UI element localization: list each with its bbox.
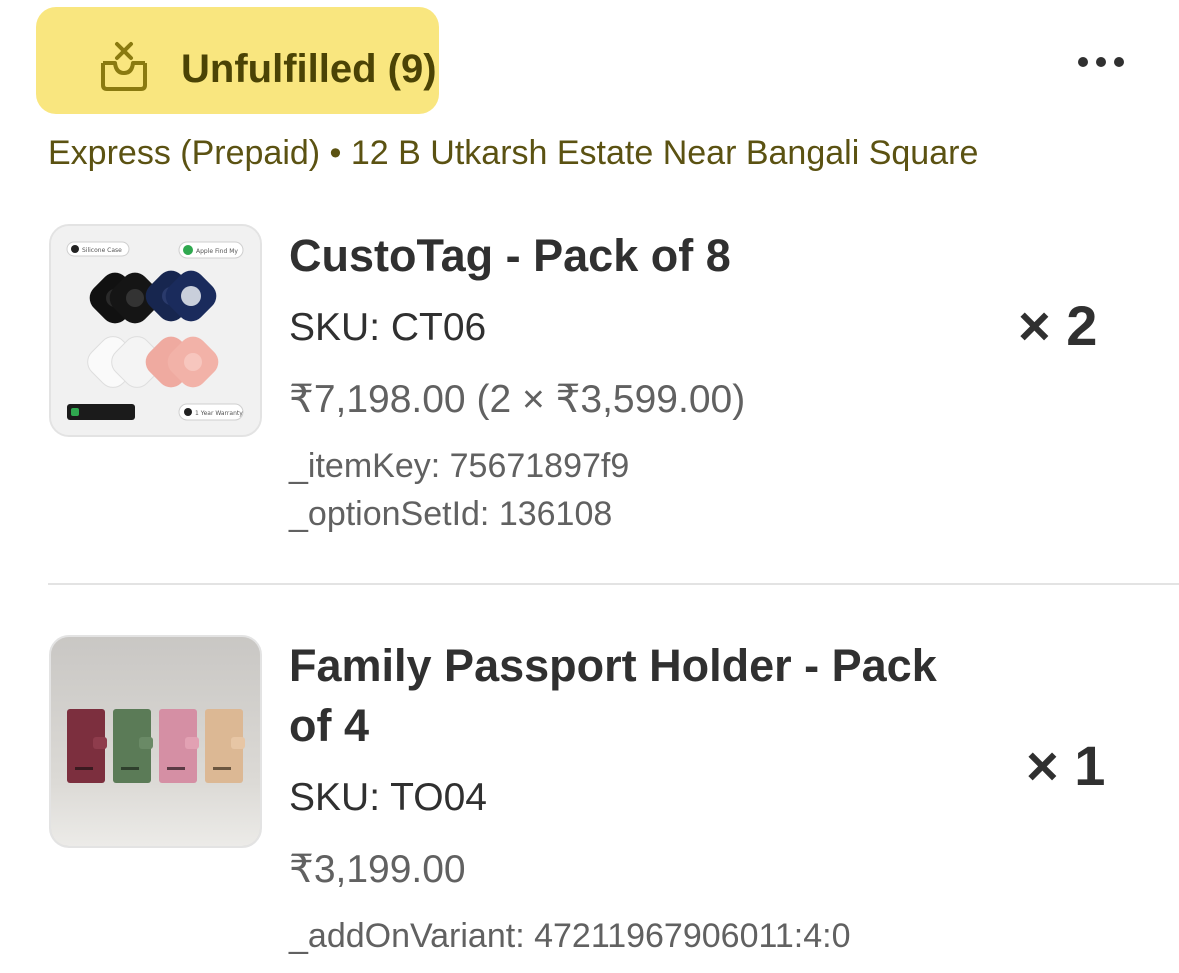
item-price: ₹3,199.00 bbox=[289, 848, 466, 891]
delivery-info: Express (Prepaid) • 12 B Utkarsh Estate … bbox=[48, 134, 979, 172]
item-quantity: × 1 bbox=[1026, 734, 1106, 797]
status-badge: Unfulfilled (9) bbox=[36, 7, 439, 114]
unfulfilled-box-icon bbox=[101, 42, 147, 91]
item-property: _addOnVariant: 47211967906011:4:0 bbox=[289, 917, 851, 955]
more-actions-button[interactable] bbox=[1066, 42, 1136, 82]
status-label: Unfulfilled (9) bbox=[181, 47, 437, 91]
product-image-passport-holder[interactable] bbox=[49, 635, 262, 848]
passport-holder-product-illustration bbox=[51, 637, 260, 846]
product-image-custotag[interactable]: Silicone Case Apple Find My 1 Year Warra… bbox=[49, 224, 262, 437]
more-dot bbox=[1096, 57, 1106, 67]
more-dot bbox=[1114, 57, 1124, 67]
item-title[interactable]: Family Passport Holder - Pack of 4 bbox=[289, 636, 989, 756]
item-property: _itemKey: 75671897f9 bbox=[289, 447, 630, 485]
item-quantity: × 2 bbox=[1018, 294, 1098, 357]
item-price: ₹7,198.00 (2 × ₹3,599.00) bbox=[289, 378, 746, 421]
image-label-warranty: 1 Year Warranty bbox=[195, 410, 243, 417]
item-title[interactable]: CustoTag - Pack of 8 bbox=[289, 226, 969, 286]
custotag-product-illustration: Silicone Case Apple Find My 1 Year Warra… bbox=[51, 226, 260, 435]
more-horizontal-icon bbox=[1078, 57, 1088, 67]
item-sku: SKU: CT06 bbox=[289, 306, 487, 349]
item-sku: SKU: TO04 bbox=[289, 776, 487, 819]
item-property: _optionSetId: 136108 bbox=[289, 495, 613, 533]
image-label-silicone: Silicone Case bbox=[82, 247, 122, 254]
image-label-findmy: Apple Find My bbox=[196, 248, 238, 255]
item-divider bbox=[48, 583, 1179, 585]
